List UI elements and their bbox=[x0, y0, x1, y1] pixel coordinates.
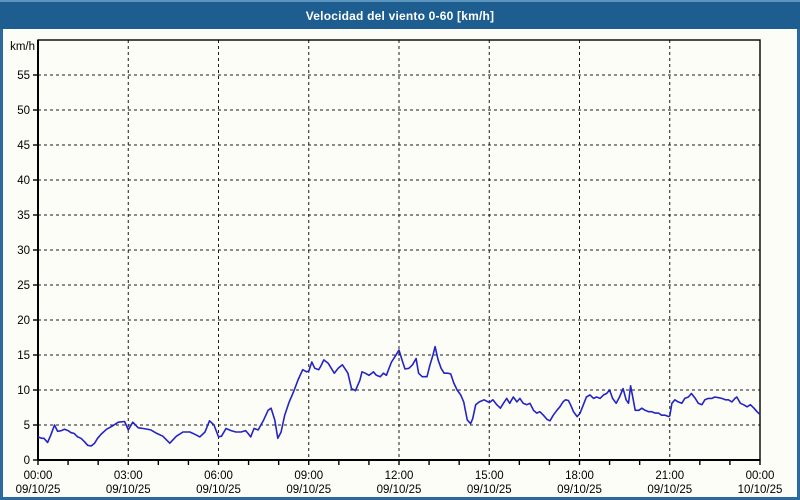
x-time-label: 09:00 bbox=[294, 470, 323, 482]
x-time-label: 06:00 bbox=[204, 470, 233, 482]
y-tick-label: 15 bbox=[17, 350, 30, 362]
y-tick-label: 45 bbox=[17, 140, 30, 152]
y-tick-label: 30 bbox=[17, 245, 30, 257]
titlebar-top-strip bbox=[0, 0, 800, 2]
y-tick-label: 20 bbox=[17, 315, 30, 327]
wind-chart-window: 0 5 10 15 20 25 30 35 40 45 50 55 km/h 00:00 09/10/25 0… bbox=[0, 0, 800, 500]
y-tick-label: 50 bbox=[17, 105, 30, 117]
y-tick-label: 35 bbox=[17, 210, 30, 222]
y-tick-label: 55 bbox=[17, 70, 30, 82]
x-date-label: 09/10/25 bbox=[377, 484, 422, 496]
x-date-label: 09/10/25 bbox=[196, 484, 241, 496]
x-time-label: 12:00 bbox=[385, 470, 414, 482]
chart-titlebar: Velocidad del viento 0-60 [km/h] bbox=[0, 0, 800, 29]
y-tick-label: 10 bbox=[17, 385, 30, 397]
x-date-label: 09/10/25 bbox=[286, 484, 331, 496]
y-tick-label: 25 bbox=[17, 280, 30, 292]
y-tick-label: 40 bbox=[17, 175, 30, 187]
x-date-label: 09/10/25 bbox=[106, 484, 151, 496]
y-axis-unit-label: km/h bbox=[10, 41, 35, 53]
x-time-label: 03:00 bbox=[114, 470, 143, 482]
x-date-label: 09/10/25 bbox=[16, 484, 61, 496]
x-date-label: 09/10/25 bbox=[467, 484, 512, 496]
y-tick-label: 0 bbox=[24, 455, 30, 467]
wind-speed-chart: 0 5 10 15 20 25 30 35 40 45 50 55 km/h 00:00 09/10/25 0… bbox=[10, 39, 783, 496]
x-time-label: 00:00 bbox=[746, 470, 775, 482]
x-time-label: 21:00 bbox=[655, 470, 684, 482]
x-time-label: 00:00 bbox=[24, 470, 53, 482]
frame-border-left bbox=[0, 29, 3, 500]
chart-title: Velocidad del viento 0-60 [km/h] bbox=[305, 8, 495, 23]
y-tick-label: 5 bbox=[24, 420, 30, 432]
x-time-label: 18:00 bbox=[565, 470, 594, 482]
x-date-label: 09/10/25 bbox=[647, 484, 692, 496]
x-date-label: 09/10/25 bbox=[557, 484, 602, 496]
x-date-label: 10/10/25 bbox=[738, 484, 783, 496]
x-time-label: 15:00 bbox=[475, 470, 504, 482]
